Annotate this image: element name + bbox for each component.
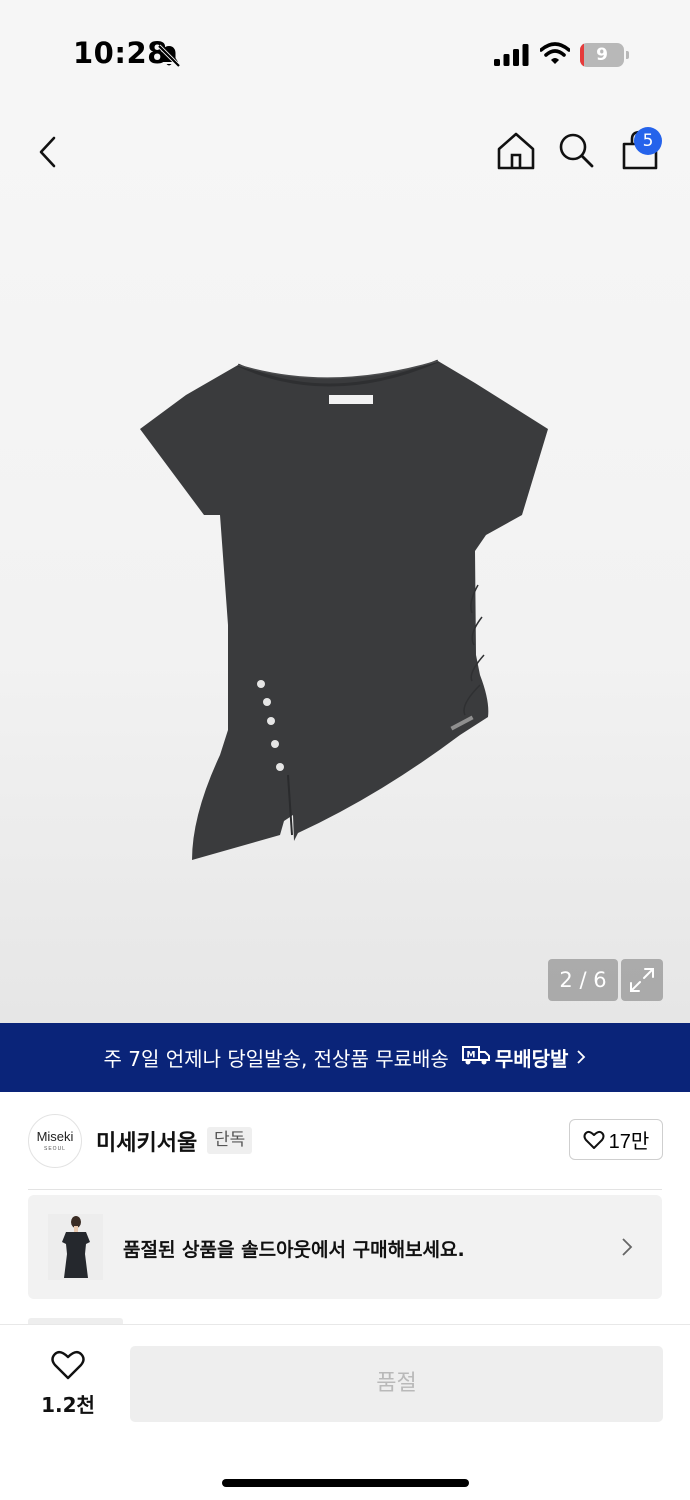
soldout-button[interactable]: 품절 <box>130 1346 663 1422</box>
promo-text: 주 7일 언제나 당일발송, 전상품 무료배송 <box>103 1047 449 1071</box>
delivery-promo-banner[interactable]: 주 7일 언제나 당일발송, 전상품 무료배송 M 무배당발 <box>0 1023 690 1092</box>
divider <box>28 1189 662 1190</box>
expand-icon[interactable] <box>621 959 663 1001</box>
heart-icon <box>51 1350 85 1380</box>
heart-icon <box>583 1130 605 1149</box>
wishlist-count: 1.2천 <box>41 1393 95 1417</box>
back-icon[interactable] <box>30 130 70 174</box>
image-pager: 2 / 6 <box>548 959 618 1001</box>
cart-count-badge: 5 <box>634 127 662 155</box>
soldout-link-card[interactable]: 품절된 상품을 솔드아웃에서 구매해보세요. <box>28 1195 662 1299</box>
product-image <box>140 359 548 860</box>
brand-logo[interactable]: Miseki SEOUL <box>28 1114 82 1168</box>
signal-icon <box>494 44 530 70</box>
bell-slash-icon <box>156 43 182 73</box>
home-icon[interactable] <box>495 130 537 172</box>
status-time: 10:28 <box>73 36 168 70</box>
soldout-product-thumbnail <box>48 1214 103 1280</box>
svg-text:M: M <box>466 1051 475 1061</box>
battery-level: 9 <box>596 45 608 65</box>
soldout-text: 품절된 상품을 솔드아웃에서 구매해보세요. <box>123 1239 465 1261</box>
promo-badge-label: 무배당발 <box>494 1047 569 1071</box>
status-bar: 10:28 9 <box>0 0 690 100</box>
delivery-truck-icon: M <box>461 1043 491 1072</box>
brand-logo-subtext: SEOUL <box>44 1146 66 1152</box>
brand-like-button[interactable]: 17만 <box>569 1119 663 1160</box>
chevron-right-icon <box>576 1046 586 1070</box>
brand-logo-text: Miseki <box>36 1129 74 1144</box>
brand-name[interactable]: 미세키서울 <box>96 1125 197 1157</box>
wifi-icon <box>539 42 571 70</box>
bottom-action-bar: 1.2천 품절 <box>0 1324 690 1500</box>
brand-row: Miseki SEOUL 미세키서울 단독 17만 <box>0 1092 690 1189</box>
brand-like-count: 17만 <box>608 1131 650 1153</box>
chevron-right-icon <box>620 1236 634 1262</box>
wishlist-button[interactable]: 1.2천 <box>30 1349 106 1417</box>
home-indicator[interactable] <box>222 1479 469 1487</box>
promo-badge: M 무배당발 <box>461 1043 587 1072</box>
search-icon[interactable] <box>556 130 596 172</box>
exclusive-tag: 단독 <box>207 1127 253 1154</box>
battery-icon: 9 <box>580 43 629 67</box>
